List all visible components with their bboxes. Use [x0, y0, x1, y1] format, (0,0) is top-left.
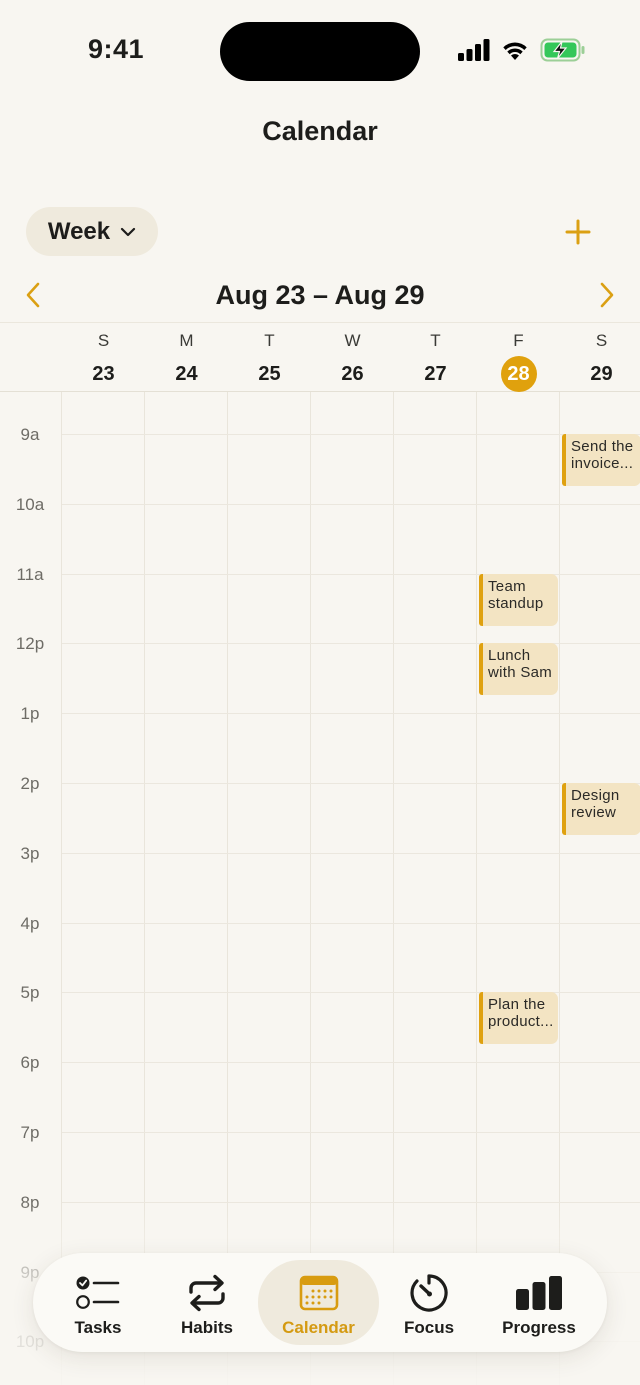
calendar-event[interactable]: Team standup: [479, 574, 558, 626]
tab-bar: Tasks Habits Calendar Focus Progress: [33, 1253, 607, 1352]
repeat-icon: [185, 1270, 229, 1316]
page-title: Calendar: [262, 116, 378, 146]
week-day-header: S 23 M 24 T 25 W 26 T 27 F 28 S 29: [0, 322, 640, 392]
date-range-title: Aug 23 – Aug 29: [215, 280, 425, 310]
event-title: Send the invoice...: [571, 438, 634, 472]
tab-label: Calendar: [282, 1318, 355, 1337]
hour-label: 6p: [20, 1053, 40, 1072]
hour-label: 4p: [20, 914, 40, 933]
day-letter: S: [97, 331, 110, 350]
next-week-button[interactable]: [592, 280, 620, 310]
chevron-right-icon: [600, 282, 614, 308]
hour-label: 11a: [16, 565, 44, 584]
day-letter: S: [595, 331, 608, 350]
grid-column-line: [310, 392, 311, 1385]
hour-line: [62, 1062, 640, 1063]
event-title: Lunch with Sam: [488, 647, 553, 681]
hour-label: 12p: [15, 634, 45, 653]
grid-column-line: [61, 392, 62, 1385]
day-letter: T: [264, 331, 275, 350]
hour-label: 8p: [20, 1193, 40, 1212]
tab-habits[interactable]: Habits: [155, 1260, 259, 1345]
plus-icon: [565, 219, 591, 245]
cellular-signal-icon: [458, 39, 490, 61]
hour-line: [62, 783, 640, 784]
calendar-event[interactable]: Lunch with Sam: [479, 643, 558, 695]
tab-label: Focus: [403, 1318, 455, 1337]
day-date-number: 29: [590, 363, 613, 385]
calendar-event[interactable]: Send the invoice...: [562, 434, 640, 486]
timer-icon: [409, 1270, 449, 1316]
day-date-number: 23: [92, 363, 115, 385]
week-grid: 9a 10a 11a 12p 1p 2p 3p 4p 5p 6p 7p 8p 9p 10p Send the…: [0, 392, 640, 1385]
status-time: 9:41: [88, 34, 145, 64]
hour-line: [62, 853, 640, 854]
event-title: Team standup: [488, 578, 544, 612]
event-title: Plan the product...: [488, 996, 554, 1030]
hour-line: [62, 713, 640, 714]
day-letter: W: [344, 331, 361, 350]
today-date-number: 28: [500, 356, 537, 392]
grid-column-line: [476, 392, 477, 1385]
grid-column-line: [559, 392, 560, 1385]
hour-line: [62, 1202, 640, 1203]
tab-calendar[interactable]: Calendar: [258, 1260, 379, 1345]
hour-label: 3p: [20, 844, 40, 863]
add-event-button[interactable]: [560, 214, 596, 250]
hour-line: [62, 923, 640, 924]
tab-label: Progress: [502, 1318, 576, 1337]
hour-line: [62, 434, 640, 435]
battery-charging-icon: [540, 38, 585, 62]
tab-focus[interactable]: Focus: [385, 1260, 473, 1345]
day-date-number: 27: [424, 363, 447, 385]
bar-chart-icon: [515, 1270, 563, 1316]
view-selector-button[interactable]: Week: [26, 207, 158, 256]
event-title: Design review: [571, 787, 620, 821]
grid-column-line: [227, 392, 228, 1385]
grid-column-line: [144, 392, 145, 1385]
tab-label: Habits: [181, 1318, 233, 1337]
hour-label: 7p: [20, 1123, 40, 1142]
calendar-event[interactable]: Design review: [562, 783, 640, 835]
day-letter: M: [179, 331, 194, 350]
view-selector-label: Week: [47, 217, 111, 245]
hour-label: 9a: [20, 425, 40, 444]
tab-label: Tasks: [74, 1318, 122, 1337]
dynamic-island: [220, 22, 420, 81]
status-icons: [458, 38, 586, 62]
tasks-icon: [76, 1270, 120, 1316]
calendar-icon: [299, 1270, 339, 1316]
hour-label: 1p: [20, 704, 40, 723]
hour-label: 5p: [20, 983, 40, 1002]
day-date-number: 24: [175, 363, 198, 385]
hour-label: 2p: [20, 774, 40, 793]
tab-tasks[interactable]: Tasks: [42, 1260, 154, 1345]
grid-column-line: [393, 392, 394, 1385]
hour-label: 10a: [15, 495, 45, 514]
day-date-number: 25: [258, 363, 281, 385]
hour-line: [62, 1132, 640, 1133]
chevron-down-icon: [121, 227, 136, 236]
day-date-number: 26: [341, 363, 364, 385]
calendar-event[interactable]: Plan the product...: [479, 992, 558, 1044]
tab-progress[interactable]: Progress: [481, 1260, 597, 1345]
wifi-icon: [503, 42, 527, 60]
day-letter: F: [513, 331, 524, 350]
day-letter: T: [430, 331, 441, 350]
hour-line: [62, 504, 640, 505]
